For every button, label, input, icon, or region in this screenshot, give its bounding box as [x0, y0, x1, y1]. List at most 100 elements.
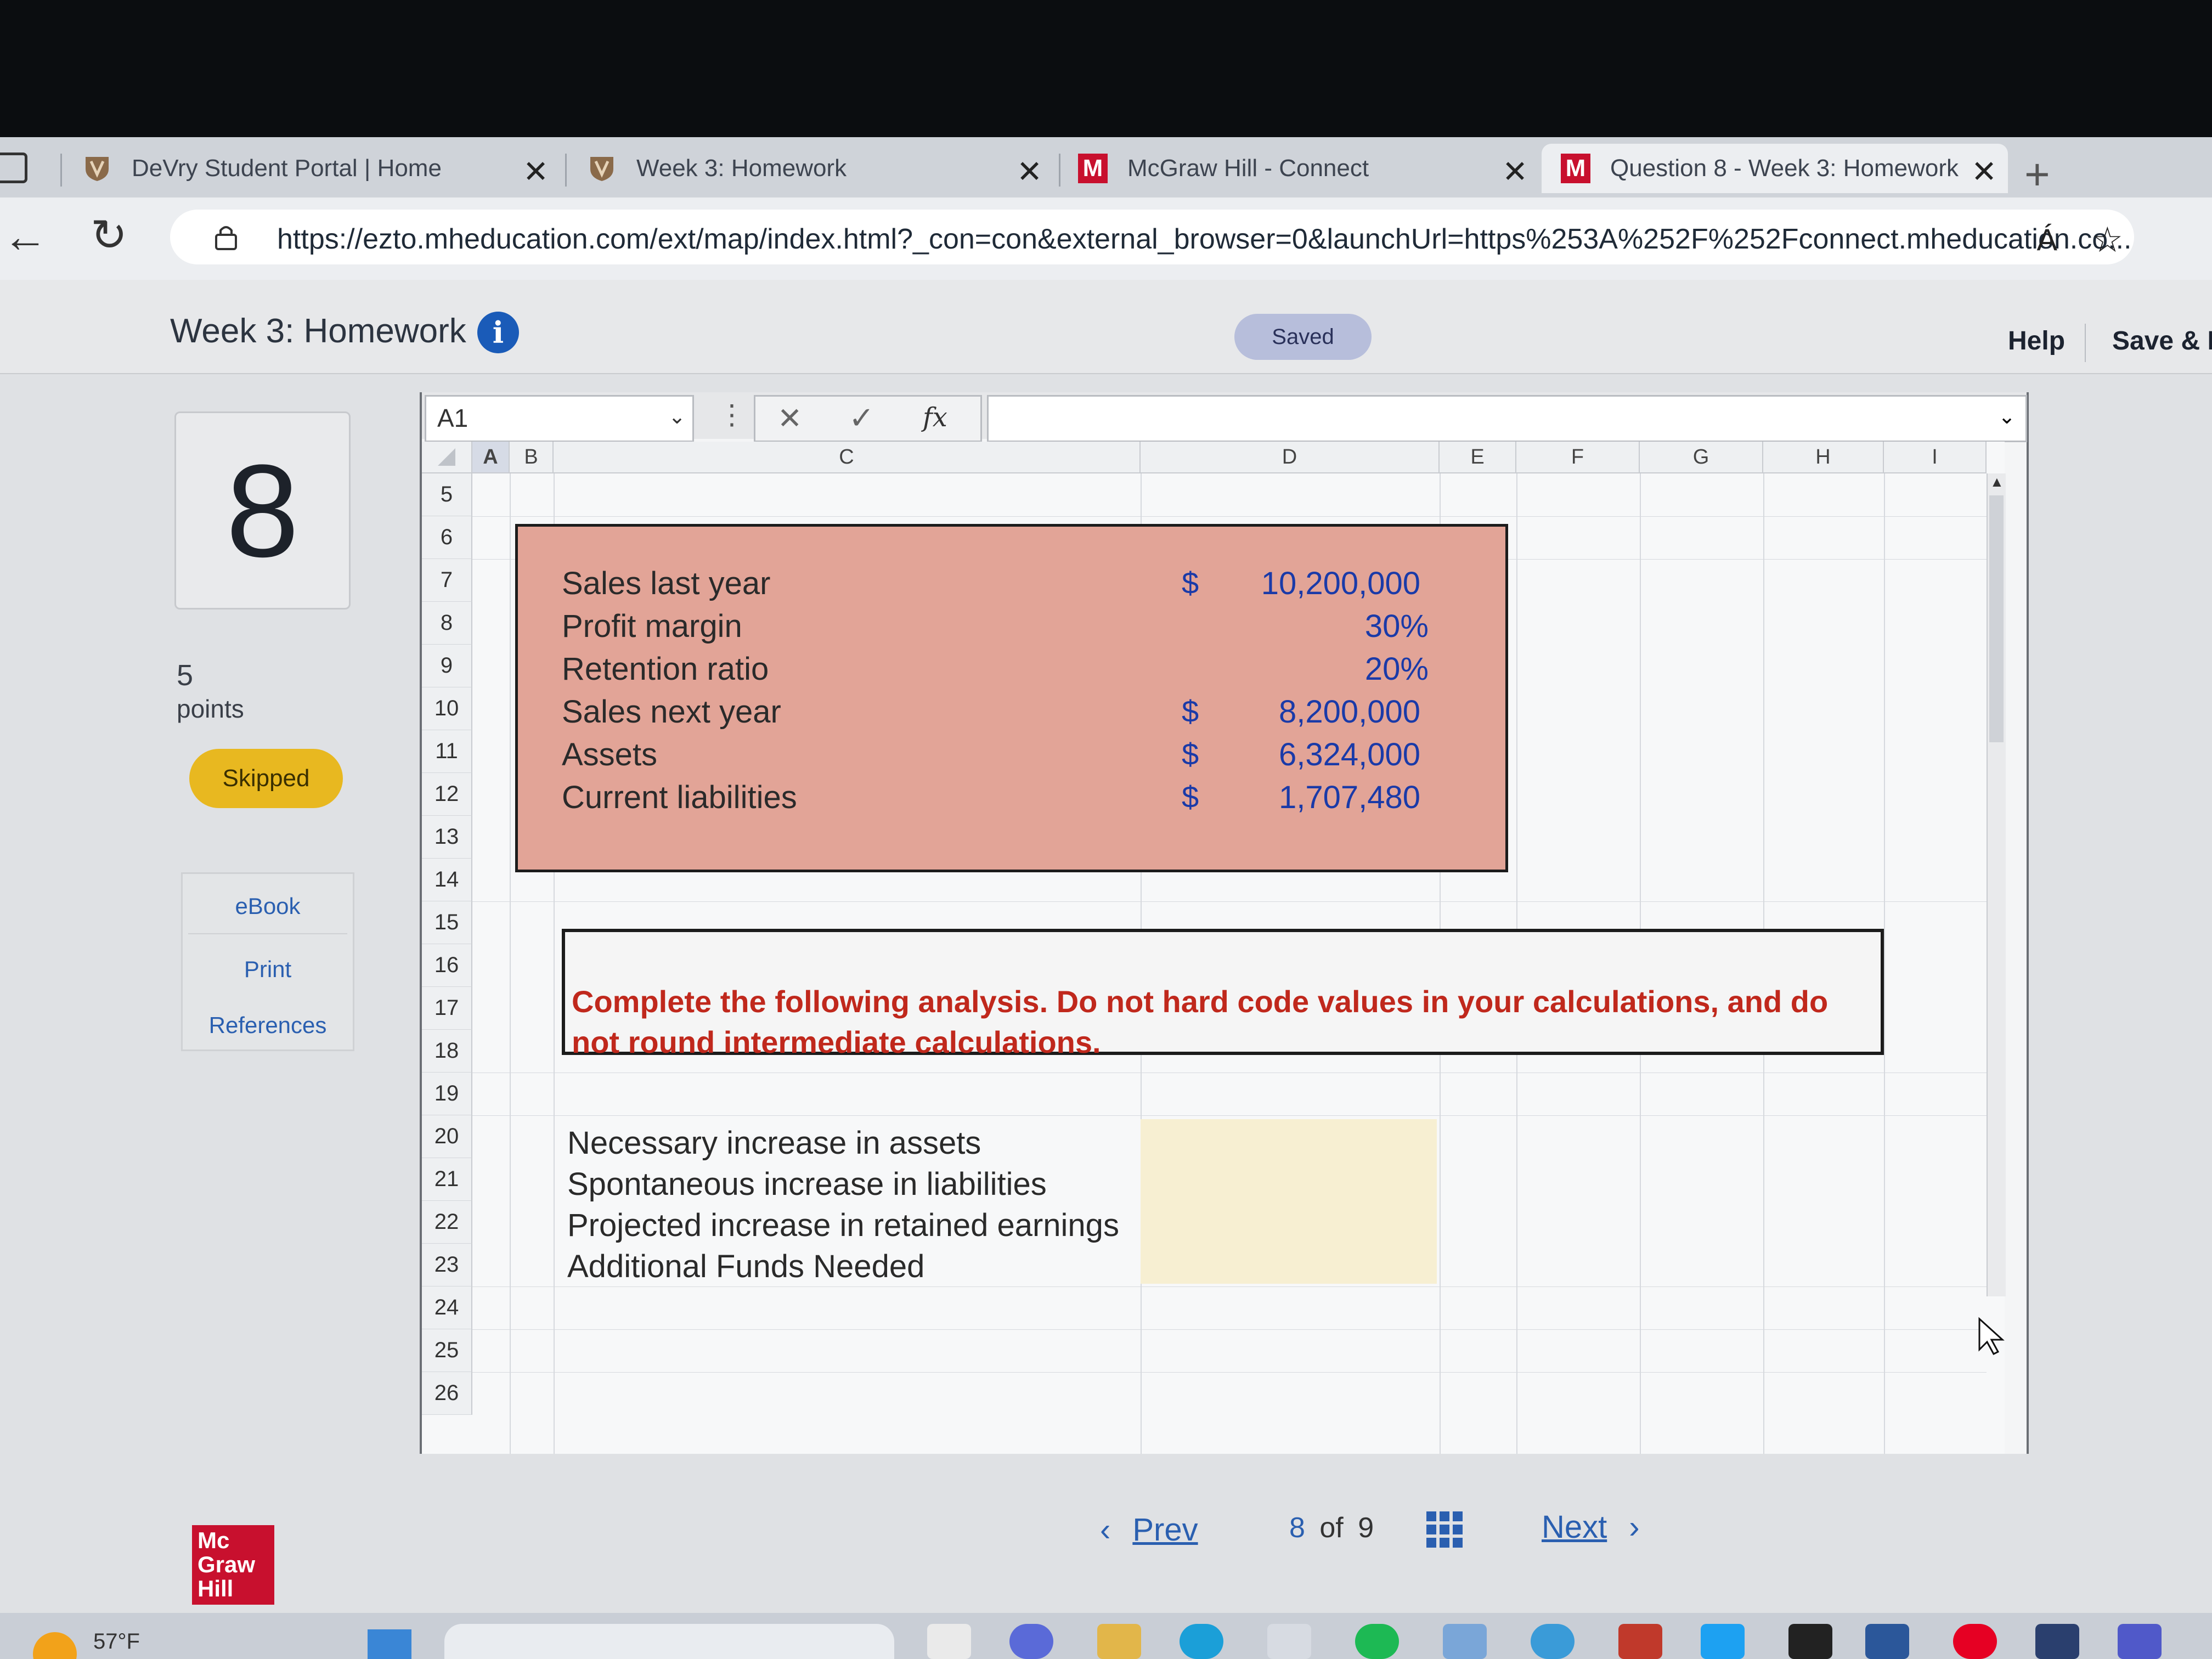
word-icon[interactable]: [1865, 1624, 1909, 1659]
twitter-icon[interactable]: [1701, 1624, 1745, 1659]
analysis-label[interactable]: Additional Funds Needed: [567, 1248, 924, 1285]
file-explorer-icon[interactable]: [1097, 1624, 1141, 1659]
prev-button[interactable]: ‹ Prev: [1100, 1511, 1198, 1548]
row-header[interactable]: 20: [422, 1115, 472, 1158]
row-header[interactable]: 26: [422, 1372, 472, 1415]
row-header[interactable]: 11: [422, 730, 472, 773]
tab-close-icon[interactable]: ✕: [1502, 154, 1528, 190]
row-header[interactable]: 12: [422, 773, 472, 816]
row-header[interactable]: 19: [422, 1073, 472, 1115]
tab-actions-icon[interactable]: [0, 153, 27, 183]
row-header[interactable]: 8: [422, 602, 472, 645]
teams-icon[interactable]: [2118, 1624, 2162, 1659]
row-header[interactable]: 16: [422, 944, 472, 987]
pinterest-icon[interactable]: [1953, 1624, 1997, 1659]
row-header[interactable]: 25: [422, 1329, 472, 1372]
input-label[interactable]: Sales last year: [562, 565, 770, 602]
row-header[interactable]: 24: [422, 1286, 472, 1329]
tab-question-8[interactable]: M Question 8 - Week 3: Homework ✕: [1542, 144, 2008, 193]
column-header-h[interactable]: H: [1763, 442, 1884, 473]
help-app-icon[interactable]: [1531, 1624, 1575, 1659]
prime-video-icon[interactable]: [2035, 1624, 2079, 1659]
chevron-down-icon[interactable]: ⌄: [1998, 404, 2016, 429]
scrollbar-thumb[interactable]: [1989, 495, 2004, 742]
column-header-b[interactable]: B: [510, 442, 554, 473]
answer-input-cells[interactable]: [1141, 1119, 1437, 1284]
tab-devry-portal[interactable]: DeVry Student Portal | Home ✕: [82, 144, 549, 193]
input-label[interactable]: Current liabilities: [562, 779, 797, 816]
scroll-up-icon[interactable]: ▲: [1990, 473, 2004, 490]
column-header-d[interactable]: D: [1141, 442, 1440, 473]
task-view-icon[interactable]: [927, 1624, 971, 1659]
row-header[interactable]: 9: [422, 645, 472, 687]
input-label[interactable]: Assets: [562, 736, 657, 773]
input-label[interactable]: Retention ratio: [562, 651, 769, 687]
row-header[interactable]: 18: [422, 1030, 472, 1073]
enter-check-icon[interactable]: ✓: [849, 400, 874, 436]
tab-close-icon[interactable]: ✕: [1971, 154, 1997, 190]
help-button[interactable]: Help: [2008, 326, 2065, 356]
input-value[interactable]: 30%: [1198, 608, 1429, 645]
input-value[interactable]: 6,324,000: [1190, 736, 1420, 773]
formula-input[interactable]: ⌄: [987, 395, 2027, 442]
row-header[interactable]: 21: [422, 1158, 472, 1201]
column-header-i[interactable]: I: [1884, 442, 1987, 473]
row-header[interactable]: 6: [422, 516, 472, 559]
row-header[interactable]: 14: [422, 859, 472, 901]
row-header[interactable]: 7: [422, 559, 472, 602]
column-header-e[interactable]: E: [1440, 442, 1516, 473]
row-header[interactable]: 13: [422, 816, 472, 859]
ebook-link[interactable]: eBook: [183, 893, 353, 919]
analysis-label[interactable]: Spontaneous increase in liabilities: [567, 1166, 1047, 1203]
print-link[interactable]: Print: [183, 956, 353, 983]
vertical-scrollbar[interactable]: ▲: [1987, 473, 2006, 1296]
row-header[interactable]: 22: [422, 1201, 472, 1244]
column-header-f[interactable]: F: [1516, 442, 1640, 473]
tab-close-icon[interactable]: ✕: [1017, 154, 1042, 190]
input-value[interactable]: 20%: [1198, 651, 1429, 687]
new-tab-icon[interactable]: +: [2024, 149, 2050, 200]
chevron-down-icon[interactable]: ⌄: [668, 404, 686, 429]
column-header-g[interactable]: G: [1640, 442, 1763, 473]
next-button[interactable]: Next ›: [1542, 1509, 1640, 1545]
teams-chat-icon[interactable]: [1009, 1624, 1053, 1659]
row-header[interactable]: 15: [422, 901, 472, 944]
netflix-icon[interactable]: [1788, 1624, 1832, 1659]
input-label[interactable]: Sales next year: [562, 693, 781, 730]
tab-close-icon[interactable]: ✕: [523, 154, 549, 190]
info-icon[interactable]: i: [477, 312, 519, 353]
row-header[interactable]: 5: [422, 473, 472, 516]
row-header[interactable]: 10: [422, 687, 472, 730]
read-aloud-icon[interactable]: Á: [2037, 222, 2057, 257]
input-value[interactable]: 8,200,000: [1190, 693, 1420, 730]
windows-start-icon[interactable]: [368, 1629, 411, 1659]
edge-browser-icon[interactable]: [1180, 1624, 1223, 1659]
row-header[interactable]: 17: [422, 987, 472, 1030]
mcafee-icon[interactable]: [1618, 1624, 1662, 1659]
spotify-icon[interactable]: [1355, 1624, 1399, 1659]
tab-mcgraw-connect[interactable]: M McGraw Hill - Connect ✕: [1078, 144, 1528, 193]
name-box[interactable]: A1 ⌄: [425, 395, 694, 442]
select-all-corner[interactable]: [422, 442, 472, 473]
input-label[interactable]: Profit margin: [562, 608, 742, 645]
analysis-label[interactable]: Projected increase in retained earnings: [567, 1207, 1119, 1244]
app-icon[interactable]: [1443, 1624, 1487, 1659]
analysis-label[interactable]: Necessary increase in assets: [567, 1125, 981, 1161]
taskbar-search[interactable]: [444, 1624, 894, 1659]
question-grid-icon[interactable]: [1426, 1511, 1463, 1548]
cancel-icon[interactable]: ✕: [777, 401, 802, 436]
input-value[interactable]: 10,200,000: [1190, 565, 1420, 602]
column-header-a[interactable]: A: [472, 442, 510, 473]
favorite-star-icon[interactable]: ☆: [2092, 219, 2123, 261]
column-header-c[interactable]: C: [554, 442, 1141, 473]
save-exit-button[interactable]: Save & E: [2112, 326, 2212, 356]
back-arrow-icon[interactable]: ←: [3, 211, 48, 263]
tab-week3-homework[interactable]: Week 3: Homework ✕: [587, 144, 1042, 193]
url-field[interactable]: https://ezto.mheducation.com/ext/map/ind…: [170, 210, 2134, 264]
refresh-icon[interactable]: ↻: [91, 210, 127, 261]
insert-function-icon[interactable]: fx: [923, 402, 947, 433]
input-value[interactable]: 1,707,480: [1190, 779, 1420, 816]
row-header[interactable]: 23: [422, 1244, 472, 1286]
references-link[interactable]: References: [183, 1012, 353, 1039]
store-icon[interactable]: [1267, 1624, 1311, 1659]
